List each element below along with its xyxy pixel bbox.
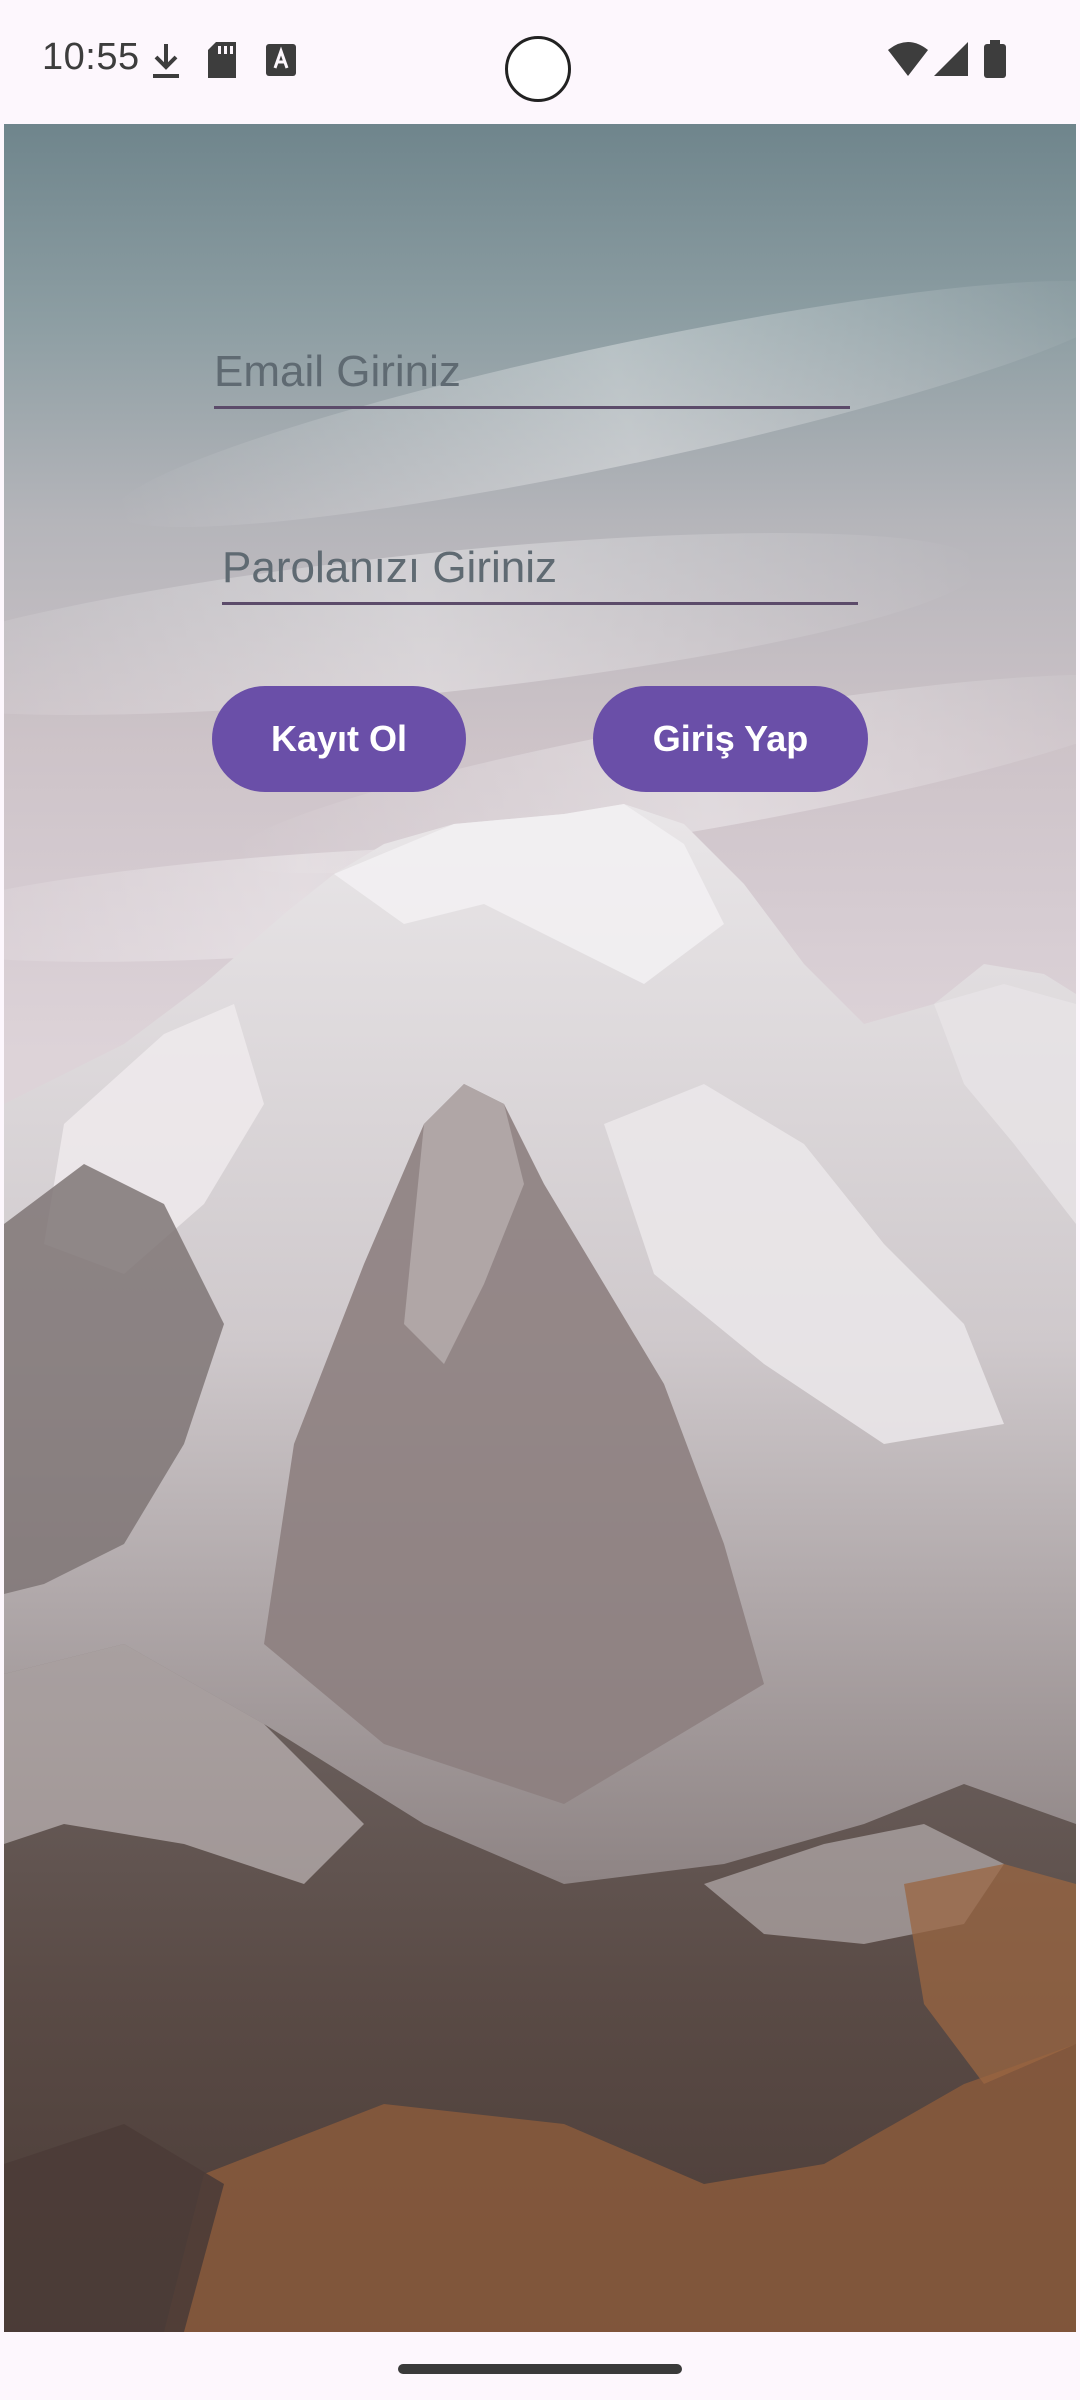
mountain-background-image (4, 124, 1076, 2332)
sd-card-icon (208, 42, 236, 78)
login-button[interactable]: Giriş Yap (593, 686, 868, 792)
download-icon (153, 44, 179, 78)
status-time: 10:55 (42, 36, 140, 78)
password-field[interactable] (222, 516, 858, 605)
navigation-bar (0, 2332, 1080, 2400)
email-input[interactable] (214, 320, 850, 406)
wifi-icon (888, 42, 928, 76)
status-bar: 10:55 (0, 0, 1080, 124)
camera-cutout (505, 36, 571, 102)
battery-icon (984, 40, 1006, 78)
mountain-illustration (4, 280, 1076, 2332)
cell-signal-icon (934, 42, 968, 76)
register-button[interactable]: Kayıt Ol (212, 686, 466, 792)
password-input[interactable] (222, 516, 858, 602)
text-a-icon (266, 44, 296, 76)
home-gesture-handle[interactable] (398, 2364, 682, 2374)
email-field[interactable] (214, 320, 850, 409)
